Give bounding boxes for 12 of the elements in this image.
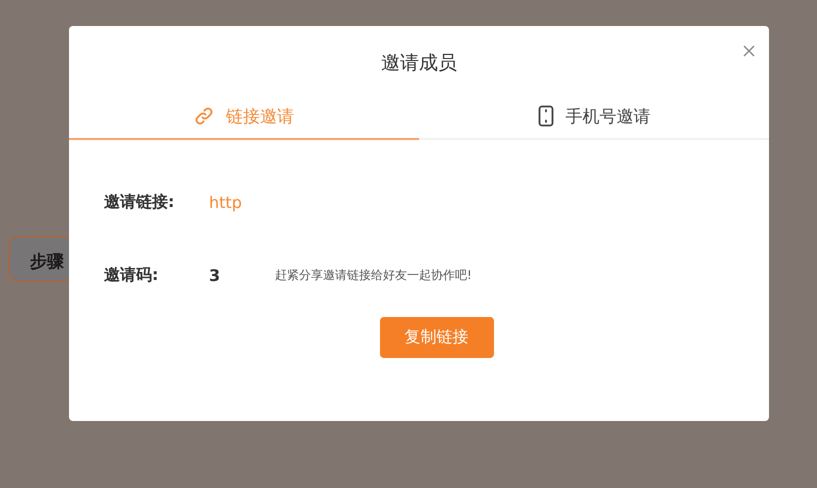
invite-link[interactable]: http (209, 192, 242, 212)
copy-link-button[interactable]: 复制链接 (380, 317, 494, 358)
field-label: 邀请链接: (104, 192, 176, 212)
tab[interactable]: 链接邀请 (69, 94, 419, 140)
invite-code: 3 (209, 266, 222, 284)
field-label: 邀请码: (104, 264, 160, 286)
close-icon[interactable] (743, 45, 755, 57)
phone-icon (538, 105, 554, 127)
share-hint: 赶紧分享邀请链接给好友一起协作吧! (275, 266, 472, 284)
link-icon (194, 106, 214, 126)
dialog-title: 邀请成员 (381, 51, 457, 76)
tab[interactable]: 手机号邀请 (419, 94, 769, 140)
